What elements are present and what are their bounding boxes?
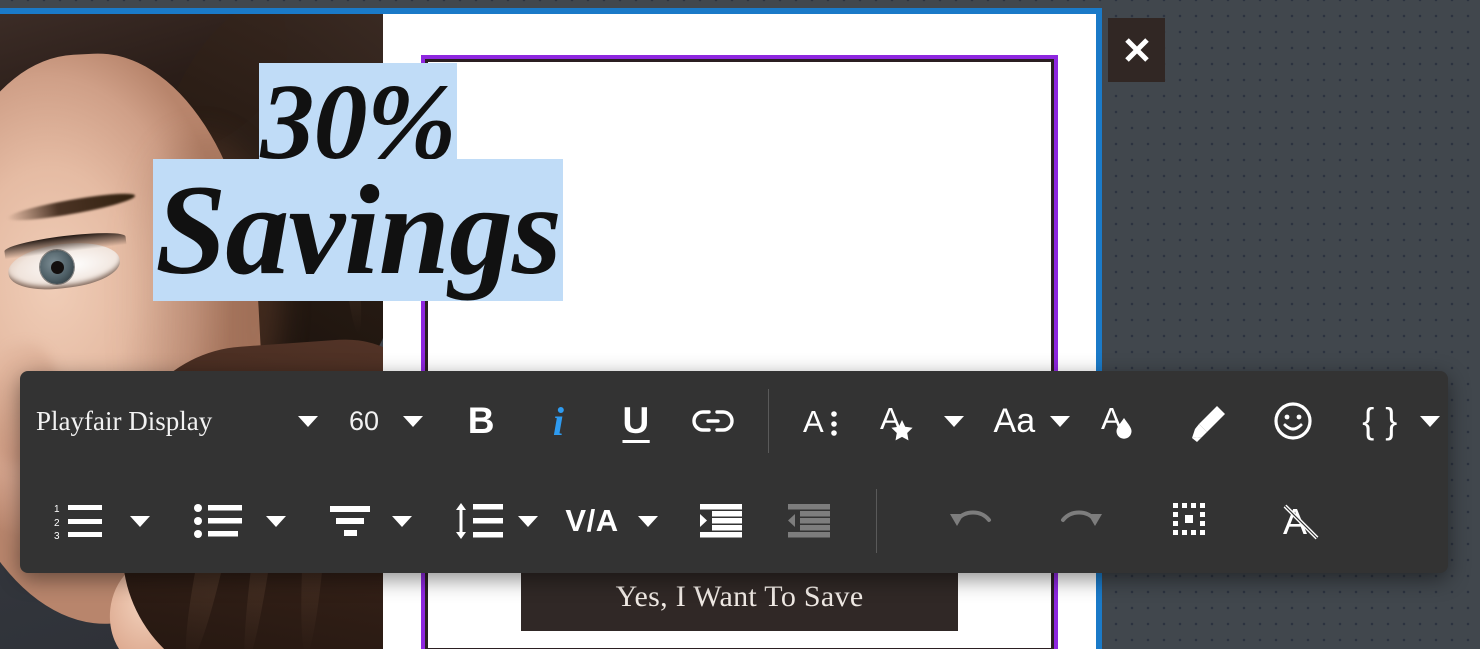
undo-button[interactable] <box>933 490 1009 552</box>
italic-button[interactable]: i <box>528 390 590 452</box>
merge-tag-chevron-down-icon[interactable] <box>1412 390 1448 452</box>
indent-decrease-button[interactable] <box>776 490 842 552</box>
svg-text:2: 2 <box>54 518 60 529</box>
merge-tag-button[interactable]: { } <box>1348 390 1412 452</box>
toolbar-divider <box>768 389 770 453</box>
svg-text:1: 1 <box>54 504 60 515</box>
font-family-select[interactable]: Playfair Display <box>20 390 286 452</box>
text-align-chevron-down-icon[interactable] <box>380 490 424 552</box>
editor-canvas-background: 30% Savings Yes, I Want To Save Playfair… <box>0 0 1480 649</box>
numbered-list-chevron-down-icon[interactable] <box>118 490 162 552</box>
cta-button[interactable]: Yes, I Want To Save <box>521 563 958 631</box>
redo-icon <box>1057 504 1105 538</box>
toolbar-row-2: 1 2 3 V/A A <box>20 471 1448 571</box>
text-style-icon: A <box>878 400 924 442</box>
redo-button[interactable] <box>1043 490 1119 552</box>
padding-icon <box>1171 501 1211 541</box>
close-icon <box>1122 35 1152 65</box>
clear-formatting-icon: A <box>1279 500 1323 542</box>
close-button[interactable] <box>1108 18 1165 82</box>
indent-increase-button[interactable] <box>688 490 754 552</box>
text-color-icon: A <box>1099 400 1145 442</box>
bulleted-list-chevron-down-icon[interactable] <box>254 490 298 552</box>
toolbar-divider-2 <box>876 489 877 553</box>
font-options-button[interactable]: A <box>793 390 855 452</box>
numbered-list-button[interactable]: 1 2 3 <box>42 490 118 552</box>
padding-button[interactable] <box>1153 490 1229 552</box>
highlighter-icon <box>1183 400 1231 442</box>
letter-spacing-button[interactable]: V/A <box>554 490 630 552</box>
font-family-chevron-down-icon[interactable] <box>286 390 330 452</box>
text-case-chevron-down-icon[interactable] <box>1045 390 1075 452</box>
numbered-list-icon: 1 2 3 <box>54 502 106 540</box>
line-height-icon <box>453 501 505 541</box>
underline-button[interactable]: U <box>605 390 667 452</box>
text-color-button[interactable]: A <box>1091 390 1153 452</box>
bulleted-list-icon <box>194 502 244 540</box>
text-formatting-toolbar[interactable]: Playfair Display 60 B i U A A Aa A {} 1… <box>20 371 1448 573</box>
indent-increase-icon <box>698 502 744 540</box>
text-align-button[interactable] <box>320 490 380 552</box>
font-options-icon: A <box>801 402 847 440</box>
highlighter-button[interactable] <box>1176 390 1238 452</box>
text-style-button[interactable]: A <box>870 390 932 452</box>
line-height-button[interactable] <box>446 490 512 552</box>
emoji-icon <box>1271 399 1315 443</box>
link-button[interactable] <box>682 390 744 452</box>
link-icon <box>692 408 735 434</box>
toolbar-row-1: Playfair Display 60 B i U A A Aa A {} <box>20 371 1448 471</box>
clear-formatting-button[interactable]: A <box>1263 490 1339 552</box>
text-style-chevron-down-icon[interactable] <box>932 390 976 452</box>
headline-text[interactable]: 30% Savings <box>60 63 656 301</box>
bulleted-list-button[interactable] <box>184 490 254 552</box>
emoji-button[interactable] <box>1262 390 1324 452</box>
text-align-center-icon <box>328 503 372 539</box>
letter-spacing-chevron-down-icon[interactable] <box>630 490 666 552</box>
line-height-chevron-down-icon[interactable] <box>512 490 544 552</box>
text-case-button[interactable]: Aa <box>983 390 1045 452</box>
headline-line-2: Savings <box>153 158 563 301</box>
font-size-chevron-down-icon[interactable] <box>391 390 435 452</box>
indent-decrease-icon <box>786 502 832 540</box>
bold-button[interactable]: B <box>450 390 512 452</box>
svg-text:3: 3 <box>54 531 60 540</box>
svg-text:A: A <box>803 404 824 439</box>
undo-icon <box>947 504 995 538</box>
font-size-select[interactable]: 60 <box>337 390 391 452</box>
